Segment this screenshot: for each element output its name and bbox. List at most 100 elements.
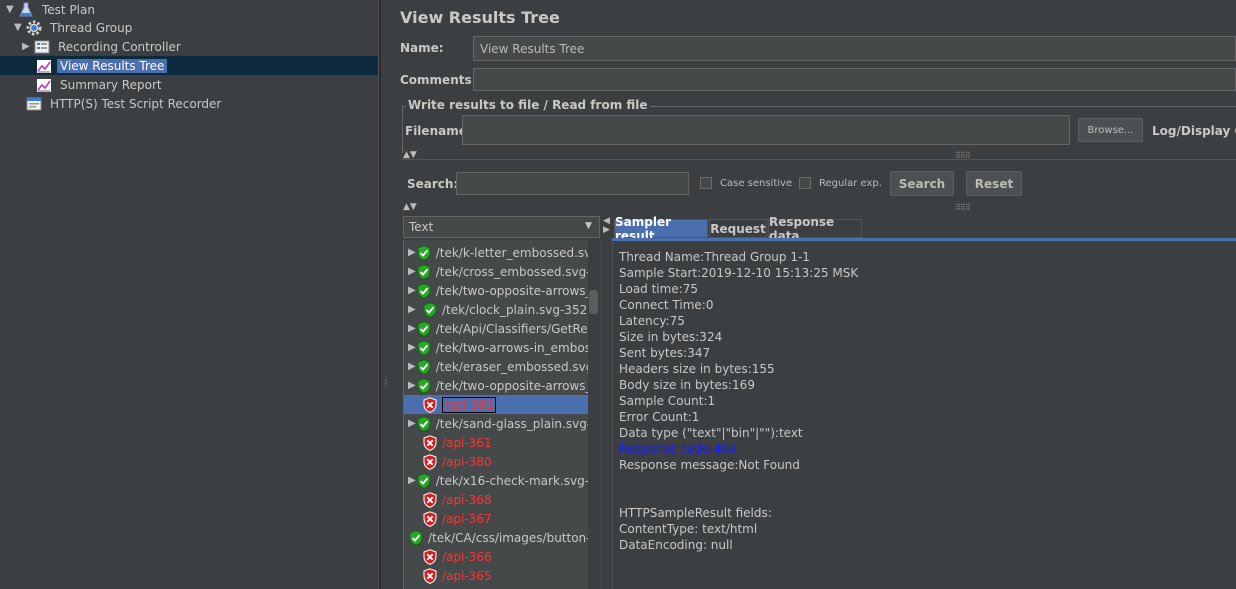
search-input[interactable] [456, 172, 689, 195]
expand-right-icon[interactable]: ▶ [408, 323, 416, 334]
expand-right-icon[interactable]: ▶ [408, 475, 416, 486]
tab-request[interactable]: Request [709, 219, 767, 238]
tree-item-label: Summary Report [60, 77, 162, 92]
sample-row[interactable]: /tek/CA/css/images/button- [404, 528, 590, 547]
log-display-label: Log/Display On [1152, 124, 1236, 138]
expand-right-icon[interactable]: ▶ [408, 342, 416, 353]
result-line: Data type ("text"|"bin"|""):text [619, 426, 803, 440]
result-line: HTTPSampleResult fields: [619, 506, 772, 520]
splitter-grip-icon[interactable]: ⠿⠿⠿ [955, 203, 971, 212]
sample-label: /api-368 [442, 492, 492, 507]
gear-icon [26, 20, 42, 35]
name-label: Name: [400, 41, 444, 55]
success-shield-icon [416, 473, 432, 489]
sample-label: /tek/CA/css/images/button- [428, 530, 590, 545]
sample-label: /tek/clock_plain.svg-352 [442, 302, 588, 317]
reset-button[interactable]: Reset [966, 171, 1022, 196]
tree-item-thread-group[interactable]: ▼ Thread Group [14, 18, 135, 37]
tab-response-data[interactable]: Response data [768, 215, 862, 243]
sample-row[interactable]: ▶ /tek/clock_plain.svg-352 [404, 300, 590, 319]
tree-item-label: HTTP(S) Test Script Recorder [50, 96, 222, 111]
expand-right-icon[interactable]: ▶ [408, 380, 416, 391]
sample-row[interactable]: /api-380 [404, 452, 590, 471]
result-line: Sample Count:1 [619, 394, 716, 408]
regular-exp-checkbox[interactable] [799, 177, 811, 189]
tree-item-view-results-tree[interactable]: View Results Tree [36, 56, 168, 75]
sample-row[interactable]: /api-368 [404, 490, 590, 509]
result-line: Sample Start:2019-12-10 15:13:25 MSK [619, 266, 859, 280]
sample-label: /api-367 [442, 511, 492, 526]
sample-label: /tek/two-opposite-arrows_e [435, 378, 590, 393]
error-shield-icon [422, 511, 438, 527]
sample-row[interactable]: ▶ /tek/x16-check-mark.svg-35 [404, 471, 590, 490]
sample-row[interactable]: ▶ /tek/two-opposite-arrows_e [404, 376, 590, 395]
sample-row[interactable]: /api-367 [404, 509, 590, 528]
tree-item-label: Recording Controller [58, 39, 181, 54]
sample-label: /tek/k-letter_embossed.svg [435, 245, 590, 260]
sample-label: /api-366 [442, 549, 492, 564]
expand-right-icon[interactable]: ▶ [408, 418, 416, 429]
sample-row[interactable]: ▶ /tek/sand-glass_plain.svg- [404, 414, 590, 433]
tree-item-recording-controller[interactable]: ▶ Recording Controller [22, 37, 184, 56]
success-shield-icon [416, 340, 432, 356]
sample-row[interactable]: ▶ /tek/Api/Classifiers/GetReg [404, 319, 590, 338]
tree-item-label: Thread Group [50, 20, 133, 35]
sample-row[interactable]: /api-365 [404, 566, 590, 585]
expand-right-icon[interactable]: ▶ [22, 41, 32, 52]
list-scrollbar-thumb[interactable] [589, 290, 598, 314]
success-shield-icon [416, 283, 432, 299]
tree-item-http-recorder[interactable]: HTTP(S) Test Script Recorder [26, 94, 224, 113]
tree-item-summary-report[interactable]: Summary Report [36, 75, 165, 94]
comments-label: Comments: [400, 73, 477, 87]
error-shield-icon [422, 492, 438, 508]
expand-down-icon[interactable]: ▼ [6, 4, 16, 15]
success-shield-icon [416, 416, 432, 432]
listener-chart-icon [37, 59, 51, 73]
sample-label: /tek/cross_embossed.svg- [435, 264, 590, 279]
splitter-grip-icon[interactable]: ⠿⠿⠿ [955, 151, 971, 160]
split-grip-icon[interactable]: ⋮ ⋮ [382, 376, 390, 392]
sample-row[interactable]: /api-366 [404, 547, 590, 566]
sample-row[interactable]: ▶ /tek/two-arrows-in_emboss [404, 338, 590, 357]
expand-right-icon[interactable]: ▶ [408, 304, 422, 315]
sample-row[interactable]: ▶ /tek/eraser_embossed.svg [404, 357, 590, 376]
flask-icon [19, 2, 33, 16]
sampler-result-panel [612, 242, 1236, 589]
case-sensitive-checkbox[interactable] [700, 177, 712, 189]
collapse-arrows-icon[interactable]: ▲▼ [403, 202, 417, 212]
success-shield-icon [416, 359, 432, 375]
sample-row[interactable]: /api-361 [404, 433, 590, 452]
tab-underline [612, 238, 1236, 241]
response-code-line: Response code:404 [619, 442, 737, 456]
sample-row[interactable]: /api-381 [404, 395, 590, 414]
tab-sampler-result[interactable]: Sampler result [614, 215, 708, 243]
sample-row[interactable]: ▶ /tek/k-letter_embossed.svg [404, 243, 590, 262]
sample-row[interactable]: ▶ /tek/two-opposite-arrows_e [404, 281, 590, 300]
divider [402, 159, 1236, 160]
collapse-arrows-icon[interactable]: ◀ ▶ [603, 217, 610, 235]
expand-right-icon[interactable]: ▶ [408, 285, 416, 296]
expand-right-icon[interactable]: ▶ [408, 266, 416, 277]
expand-right-icon[interactable]: ▶ [408, 361, 416, 372]
filename-field[interactable] [462, 115, 1070, 145]
tree-item-test-plan[interactable]: ▼ Test Plan [6, 0, 98, 19]
expand-right-icon[interactable]: ▶ [408, 247, 416, 258]
result-line: Body size in bytes:169 [619, 378, 755, 392]
split-pane-divider[interactable] [378, 0, 381, 589]
search-button[interactable]: Search [890, 171, 954, 196]
renderer-select[interactable]: Text ▼ [403, 216, 600, 238]
expand-down-icon[interactable]: ▼ [14, 22, 24, 33]
name-field[interactable]: View Results Tree [473, 36, 1236, 61]
success-shield-icon [416, 245, 432, 261]
result-line: Headers size in bytes:155 [619, 362, 775, 376]
result-line: Latency:75 [619, 314, 685, 328]
browse-button[interactable]: Browse... [1078, 118, 1143, 142]
regular-exp-label: Regular exp. [819, 178, 882, 189]
write-results-legend: Write results to file / Read from file [406, 98, 650, 112]
result-line: Error Count:1 [619, 410, 700, 424]
result-line: Response message:Not Found [619, 458, 800, 472]
comments-field[interactable] [473, 68, 1236, 91]
success-shield-icon [422, 302, 438, 318]
sample-row[interactable]: ▶ /tek/cross_embossed.svg- [404, 262, 590, 281]
success-shield-icon [416, 378, 432, 394]
